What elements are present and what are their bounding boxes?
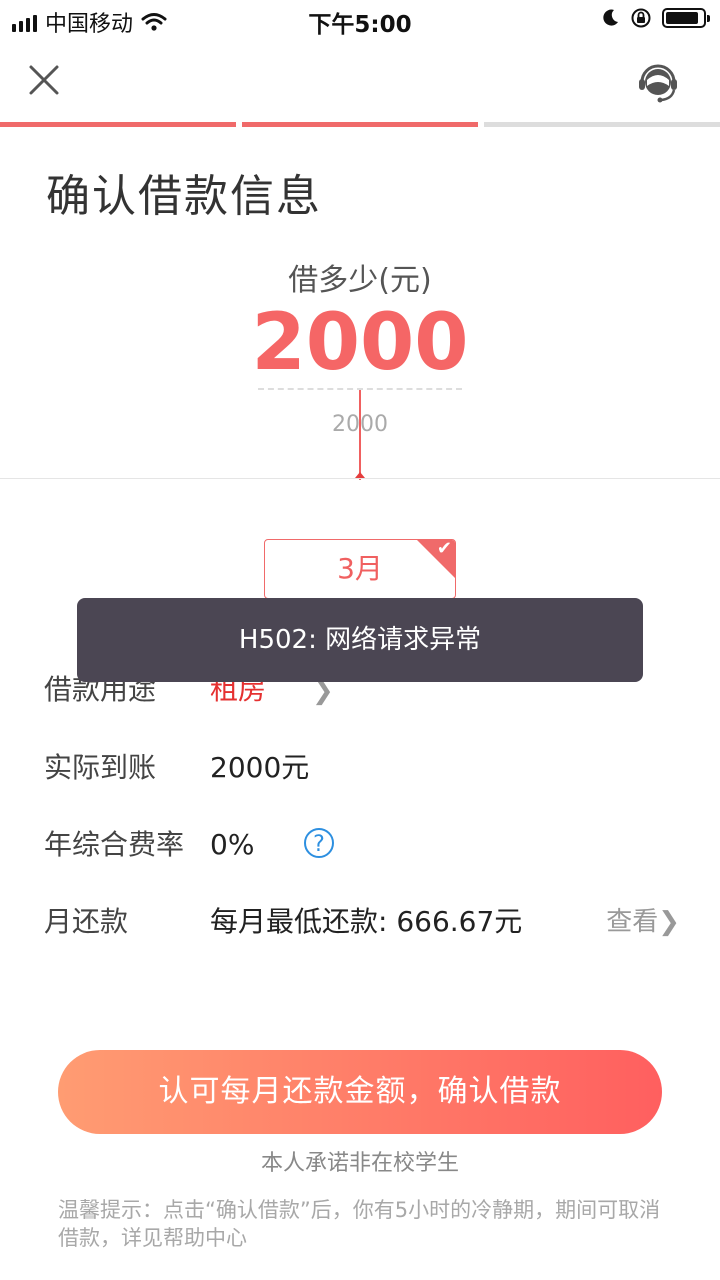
monthly-value: 每月最低还款: 666.67元 [210, 905, 523, 938]
monthly-row: 月还款 每月最低还款: 666.67元 查看❯ [44, 900, 680, 944]
error-toast: H502: 网络请求异常 [77, 598, 643, 682]
rate-label: 年综合费率 [44, 828, 185, 861]
received-row: 实际到账 2000元 [44, 746, 680, 790]
divider [0, 478, 720, 479]
view-link-label: 查看 [606, 907, 659, 937]
page-title: 确认借款信息 [46, 171, 322, 222]
help-icon[interactable]: ? [304, 828, 334, 858]
rate-row: 年综合费率 0% ? [44, 823, 680, 867]
term-option-selected[interactable]: 3月 ✔ [264, 539, 456, 599]
confirm-loan-button[interactable]: 认可每月还款金额，确认借款 [58, 1050, 662, 1134]
rotation-lock-icon [631, 8, 651, 28]
battery-icon [662, 8, 710, 28]
tip-text: 温馨提示：点击“确认借款”后，你有5小时的冷静期，期间可取消借款，详见帮助中心 [58, 1198, 661, 1250]
progress-step-3 [484, 122, 720, 127]
status-right [600, 7, 710, 29]
rate-value: 0% [210, 828, 255, 861]
close-icon[interactable] [26, 62, 62, 98]
chevron-right-icon: ❯ [658, 907, 680, 937]
amount-value[interactable]: 2000 [0, 298, 720, 388]
step-progress [0, 122, 720, 127]
pledge-text: 本人承诺非在校学生 [260, 1151, 459, 1176]
progress-step-1 [0, 122, 236, 127]
headset-icon[interactable] [636, 60, 680, 104]
term-option-label: 3月 [337, 552, 383, 585]
amount-slider-tick: 2000 [332, 412, 388, 437]
progress-step-2 [242, 122, 478, 127]
battery-level [666, 12, 698, 24]
monthly-label: 月还款 [44, 905, 129, 938]
received-value: 2000元 [210, 751, 310, 784]
checkmark-icon: ✔ [436, 539, 452, 559]
moon-icon [603, 9, 618, 26]
view-schedule-link[interactable]: 查看❯ [606, 900, 680, 944]
status-bar: 中国移动 下午5:00 [0, 0, 720, 40]
received-label: 实际到账 [44, 751, 157, 784]
amount-label: 借多少(元) [288, 263, 432, 298]
